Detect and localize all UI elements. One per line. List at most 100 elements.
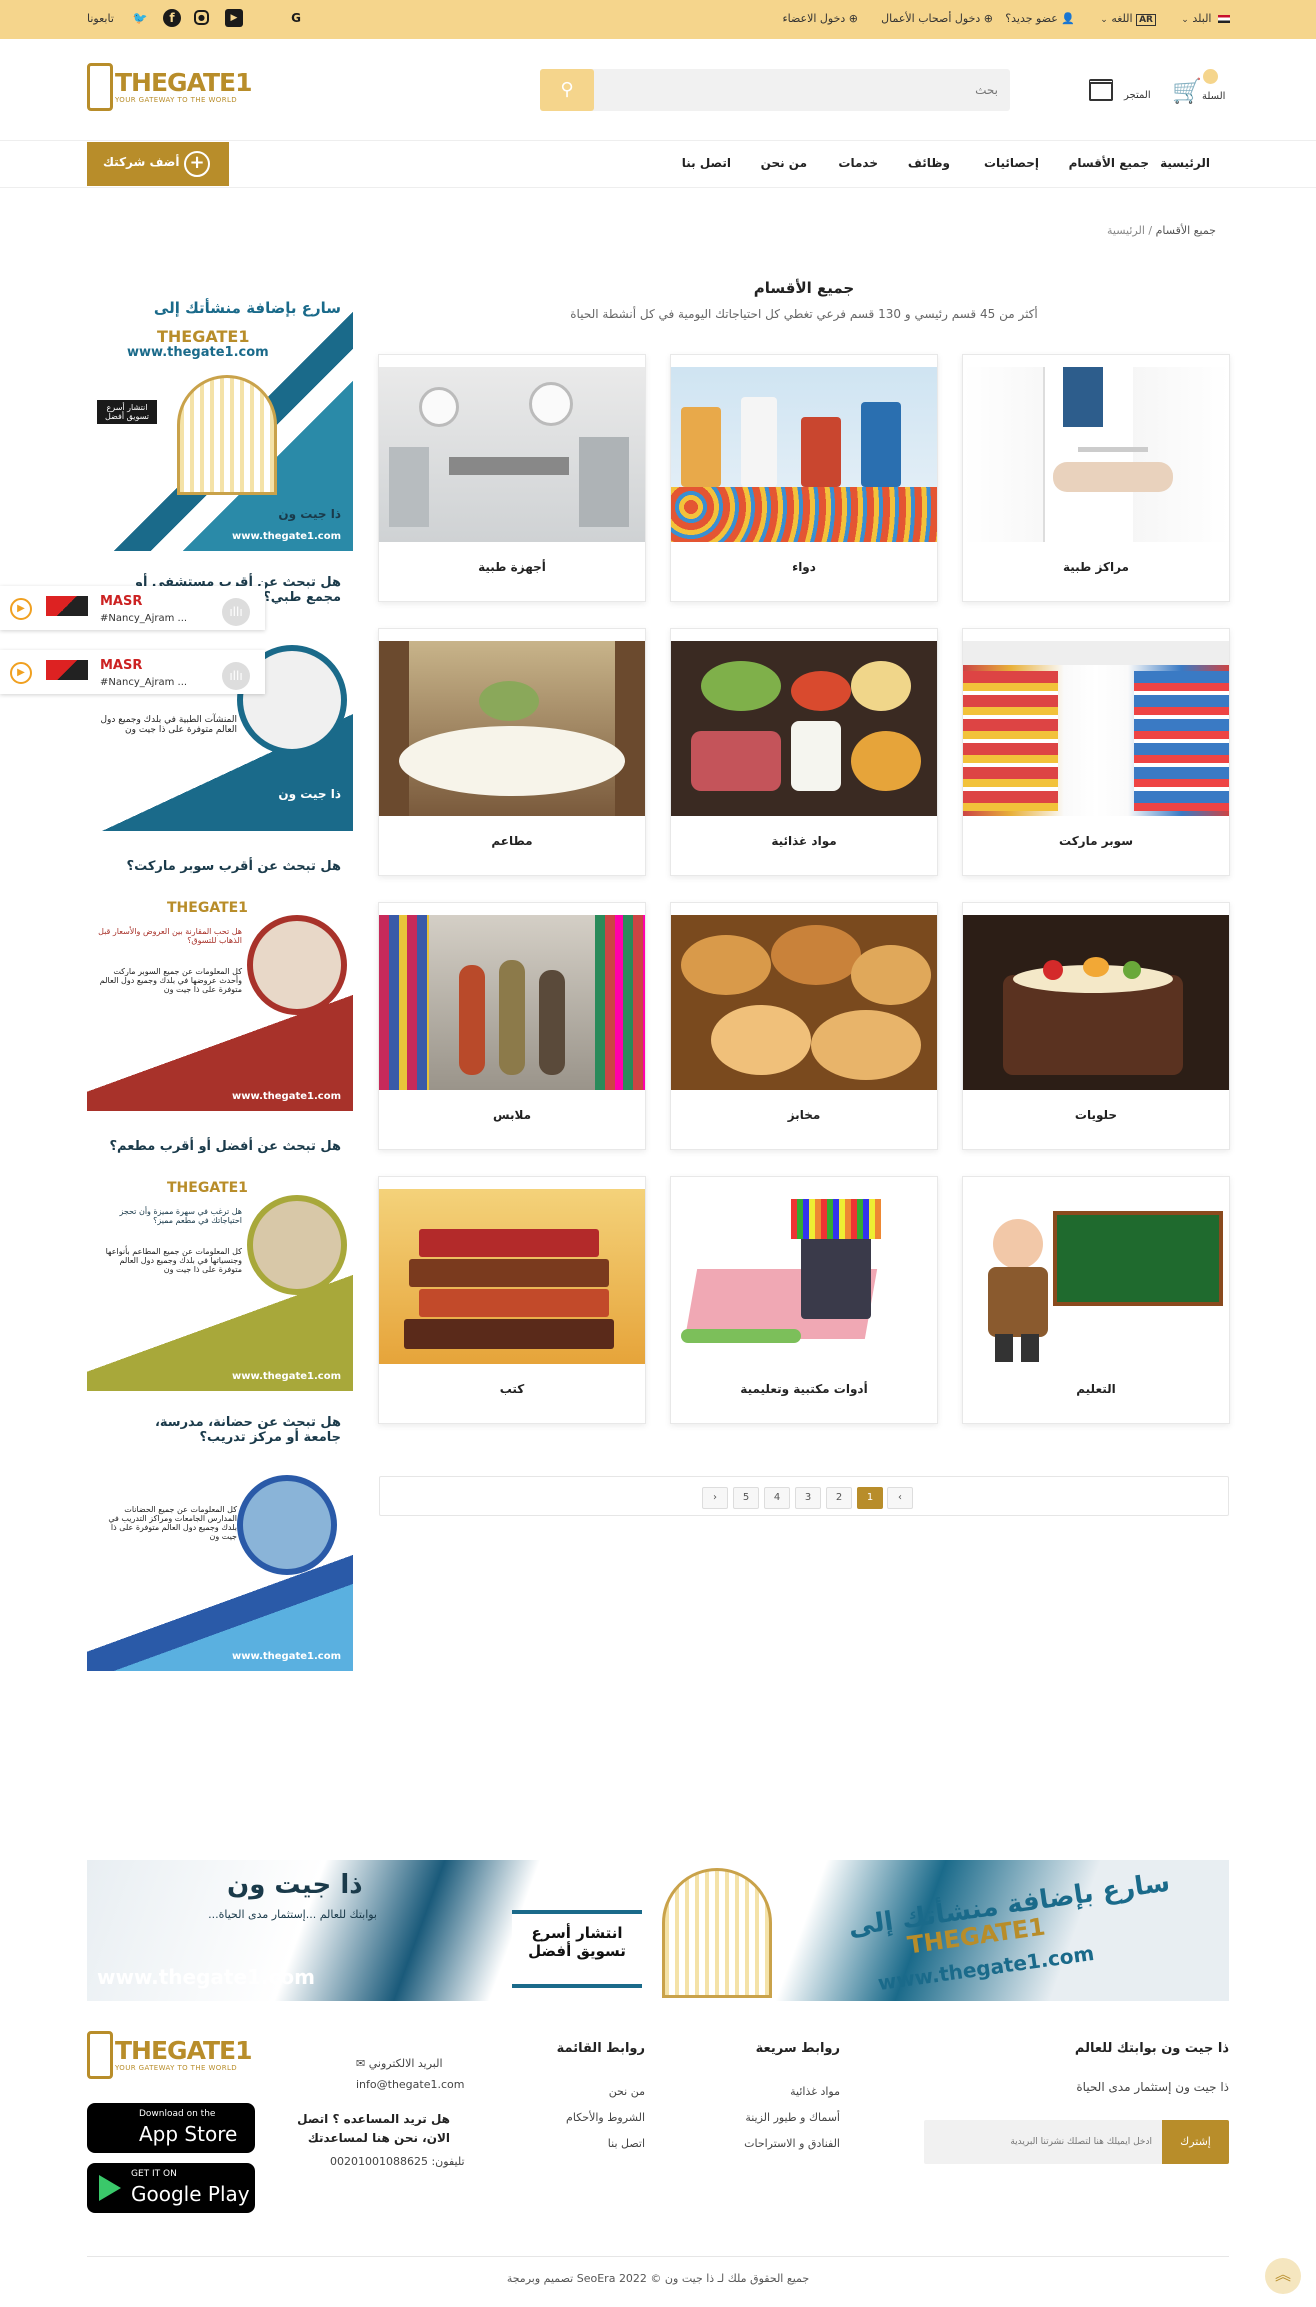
instagram-icon[interactable]: ●: [194, 10, 209, 25]
plus-circle-icon: +: [184, 151, 210, 177]
nav-all-categories[interactable]: جميع الأقسام: [1069, 141, 1149, 189]
site-logo[interactable]: THEGATE1 YOUR GATEWAY TO THE WORLD: [87, 63, 253, 111]
doctor-image: [963, 367, 1229, 542]
pagination-page-2[interactable]: 2: [826, 1487, 852, 1509]
country-selector[interactable]: ⌄ البلد: [1181, 0, 1230, 39]
category-card[interactable]: مواد غذائية: [670, 628, 938, 876]
add-company-button[interactable]: أضف شركتك +: [87, 142, 229, 186]
footer-email[interactable]: info@thegate1.com: [356, 2078, 464, 2091]
sidebar-ad[interactable]: هل تبحث عن أفضل أو أقرب مطعم؟ THEGATE1 ه…: [87, 1125, 353, 1391]
header: THEGATE1 YOUR GATEWAY TO THE WORLD ⚲ الم…: [0, 39, 1316, 140]
apple-icon[interactable]: [257, 9, 275, 27]
login-icon: ⊕: [848, 12, 858, 25]
scroll-top-button[interactable]: ︽: [1265, 2258, 1301, 2294]
envelope-icon: ✉: [356, 2057, 366, 2070]
sidebar-ad[interactable]: سارع بإضافة منشأتك إلى THEGATE1 www.theg…: [87, 285, 353, 551]
radio-widget[interactable]: ▶ MASR #Nancy_Ajram ... ıllı: [0, 586, 265, 630]
language-selector[interactable]: ⌄ اللغه AR: [1100, 0, 1156, 39]
user-plus-icon: 👤: [1061, 12, 1075, 25]
facebook-icon[interactable]: f: [163, 9, 181, 27]
footer-link[interactable]: الفنادق و الاستراحات: [744, 2137, 840, 2150]
footer-phone[interactable]: تليفون: 00201001088625: [330, 2155, 465, 2168]
category-card[interactable]: مخابز: [670, 902, 938, 1150]
search-icon: ⚲: [560, 79, 574, 100]
promo-banner[interactable]: ذا جيت ون ...بوابتك للعالم ...إستثمار مد…: [87, 1860, 1229, 2001]
category-card[interactable]: كتب: [378, 1176, 646, 1424]
play-icon[interactable]: ▶: [10, 598, 32, 620]
store-icon: [1089, 79, 1113, 101]
pagination-page-4[interactable]: 4: [764, 1487, 790, 1509]
copyright: تصميم وبرمجة SeoEra جميع الحقوق ملك لـ ذ…: [506, 2272, 810, 2285]
radio-widget[interactable]: ▶ MASR #Nancy_Ajram ... ıllı: [0, 650, 265, 694]
breadcrumb-home[interactable]: الرئيسية: [1107, 224, 1145, 237]
footer-link[interactable]: الشروط والأحكام: [566, 2111, 645, 2124]
category-card[interactable]: ملابس: [378, 902, 646, 1150]
nav-home[interactable]: الرئيسية: [1160, 141, 1210, 189]
search-input[interactable]: [594, 69, 1004, 111]
pagination-page-5[interactable]: 5: [733, 1487, 759, 1509]
nav-statistics[interactable]: إحصائيات: [984, 141, 1039, 189]
footer-logo[interactable]: THEGATE1 YOUR GATEWAY TO THE WORLD: [87, 2031, 253, 2079]
cart-link[interactable]: 🛒 السلة: [1168, 69, 1232, 119]
category-card[interactable]: مطاعم: [378, 628, 646, 876]
twitter-icon[interactable]: 🐦: [131, 9, 149, 27]
chevron-up-icon: ︽: [1274, 2265, 1291, 2284]
station-logo: [46, 660, 88, 680]
footer-link[interactable]: اتصل بنا: [608, 2137, 645, 2150]
google-icon[interactable]: G: [287, 9, 305, 27]
chevron-down-icon: ⌄: [1100, 15, 1108, 25]
business-login-link[interactable]: دخول أصحاب الأعمال ⊕: [881, 0, 993, 39]
category-card[interactable]: التعليم: [962, 1176, 1230, 1424]
page-subtitle: أكثر من 45 قسم رئيسي و 130 قسم فرعي تغطي…: [570, 307, 1038, 321]
footer-link[interactable]: من نحن: [609, 2085, 645, 2098]
google-play-button[interactable]: GET IT ON Google Play: [87, 2163, 255, 2213]
app-store-button[interactable]: Download on the App Store: [87, 2103, 255, 2153]
sidebar-ad[interactable]: هل تبحث عن أقرب سوبر ماركت؟ THEGATE1 هل …: [87, 845, 353, 1111]
restaurant-circle-image: [247, 1195, 347, 1295]
nav-contact[interactable]: اتصل بنا: [682, 141, 731, 189]
nav-about[interactable]: من نحن: [761, 141, 807, 189]
nav-jobs[interactable]: وظائف: [908, 141, 950, 189]
sidebar-ad[interactable]: هل تبحث عن حضانة، مدرسة، جامعة أو مركز ت…: [87, 1405, 353, 1671]
teacher-image: [963, 1189, 1229, 1364]
email-label: ✉ البريد الالكتروني: [356, 2057, 443, 2070]
footer-link[interactable]: مواد غذائية: [790, 2085, 840, 2098]
chevron-down-icon: ⌄: [1181, 15, 1189, 25]
banner-badge: انتشار أسرع تسويق أفضل: [512, 1910, 642, 1988]
category-card[interactable]: سوبر ماركت: [962, 628, 1230, 876]
search-box: ⚲: [540, 69, 1010, 111]
subscribe-button[interactable]: إشترك: [1162, 2120, 1229, 2164]
help-text: هل تريد المساعده ؟ اتصل الان، نحن هنا لم…: [297, 2112, 450, 2145]
member-login-link[interactable]: دخول الاعضاء ⊕: [782, 0, 858, 39]
store-link[interactable]: المتجر: [1080, 77, 1151, 121]
youtube-icon[interactable]: ▶: [225, 9, 243, 27]
pagination-page-3[interactable]: 3: [795, 1487, 821, 1509]
restaurant-image: [379, 641, 645, 816]
supermarket-circle-image: [247, 915, 347, 1015]
search-button[interactable]: ⚲: [540, 69, 594, 111]
newsletter-form: إشترك: [924, 2120, 1229, 2164]
play-icon[interactable]: ▶: [10, 662, 32, 684]
newsletter-email-input[interactable]: [924, 2120, 1160, 2164]
golden-gate-image: [177, 375, 277, 495]
category-card[interactable]: أدوات مكتبية وتعليمية: [670, 1176, 938, 1424]
play-store-icon: [99, 2175, 121, 2201]
footer-link[interactable]: أسماك و طيور الزينة: [745, 2111, 840, 2124]
pagination-next[interactable]: ›: [702, 1487, 728, 1509]
category-card[interactable]: أجهزة طبية: [378, 354, 646, 602]
flag-icon: [1218, 15, 1230, 23]
pagination-page-1[interactable]: 1: [857, 1487, 883, 1509]
nav-services[interactable]: خدمات: [838, 141, 878, 189]
category-card[interactable]: مراكز طبية: [962, 354, 1230, 602]
medicine-image: [671, 367, 937, 542]
pagination-prev[interactable]: ‹: [887, 1487, 913, 1509]
new-member-link[interactable]: عضو جديد؟ 👤: [1005, 0, 1075, 39]
language-code: AR: [1136, 14, 1156, 26]
cake-image: [963, 915, 1229, 1090]
station-logo: [46, 596, 88, 616]
top-bar: ⌄ البلد ⌄ اللغه AR عضو جديد؟ 👤 دخول أصحا…: [0, 0, 1316, 39]
pagination: ‹ 1 2 3 4 5 ›: [379, 1476, 1229, 1516]
category-card[interactable]: حلويات: [962, 902, 1230, 1150]
clothes-image: [379, 915, 645, 1090]
category-card[interactable]: دواء: [670, 354, 938, 602]
